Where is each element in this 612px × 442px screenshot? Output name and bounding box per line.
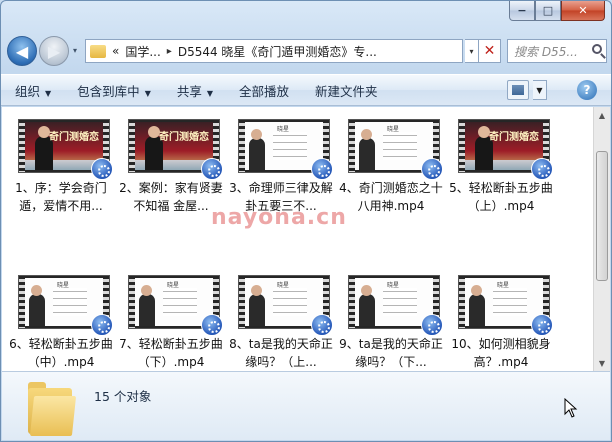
view-options-dropdown[interactable]: ▼ — [533, 80, 547, 100]
media-player-icon — [201, 158, 223, 180]
scroll-up-icon[interactable]: ▲ — [594, 107, 610, 123]
back-button[interactable]: ◀ — [7, 36, 37, 66]
media-player-icon — [201, 314, 223, 336]
video-thumbnail: 奇门测婚恋 — [458, 119, 553, 180]
minimize-button[interactable]: − — [509, 1, 535, 21]
breadcrumb-overflow[interactable]: « — [112, 44, 119, 58]
organize-menu[interactable]: 组织 ▼ — [15, 81, 51, 100]
file-item[interactable]: 晓星 6、轻松断卦五步曲（中）.mp4 — [6, 263, 113, 375]
file-name: 1、序：学会奇门遁，爱情不用... — [15, 181, 107, 213]
help-icon[interactable]: ? — [577, 80, 597, 100]
chevron-down-icon: ▼ — [144, 88, 151, 98]
media-player-icon — [421, 314, 443, 336]
media-player-icon — [311, 158, 333, 180]
video-thumbnail: 晓星 — [458, 275, 553, 336]
chevron-down-icon: ▼ — [45, 88, 52, 98]
video-thumbnail: 晓星 — [128, 275, 223, 336]
media-player-icon — [91, 158, 113, 180]
breadcrumb-separator-icon[interactable]: ▸ — [167, 46, 172, 57]
file-name: 6、轻松断卦五步曲（中）.mp4 — [9, 337, 113, 369]
caption-buttons: − □ ✕ — [509, 1, 605, 21]
file-item[interactable]: 晓星 9、ta是我的天命正缘吗？（下... — [336, 263, 443, 375]
folder-icon — [90, 44, 106, 58]
file-name: 9、ta是我的天命正缘吗？（下... — [339, 337, 443, 369]
command-bar: 组织 ▼ 包含到库中 ▼ 共享 ▼ 全部播放 新建文件夹 ▼ ? — [1, 74, 611, 106]
file-name: 5、轻松断卦五步曲（上）.mp4 — [449, 181, 553, 213]
menu-label: 共享 — [176, 83, 202, 99]
media-player-icon — [311, 314, 333, 336]
address-bar[interactable]: « 国学... ▸ D5544 晓星《奇门遁甲测婚恋》专... — [85, 39, 463, 63]
file-name: 10、如何测相貌身高？.mp4 — [451, 337, 551, 369]
watermark: nayona.cn — [211, 205, 347, 230]
video-thumbnail: 奇门测婚恋 — [18, 119, 113, 180]
file-item[interactable]: 奇门测婚恋 2、案例：家有贤妻不知福 金屋... — [116, 107, 223, 219]
address-dropdown-icon[interactable]: ▾ — [465, 39, 479, 63]
recent-pages-dropdown[interactable]: ▾ — [73, 46, 77, 55]
share-menu[interactable]: 共享 ▼ — [177, 81, 213, 100]
search-icon[interactable] — [592, 44, 602, 54]
details-pane: 15 个对象 — [2, 371, 610, 440]
file-name: 2、案例：家有贤妻不知福 金屋... — [119, 181, 223, 213]
include-in-library-menu[interactable]: 包含到库中 ▼ — [77, 81, 151, 100]
media-player-icon — [91, 314, 113, 336]
stop-button[interactable]: ✕ — [479, 39, 501, 63]
video-thumbnail: 晓星 — [238, 119, 333, 180]
video-thumbnail: 晓星 — [348, 275, 443, 336]
vertical-scrollbar[interactable]: ▲ ▼ — [593, 107, 610, 371]
search-placeholder: 搜索 D55... — [514, 44, 578, 59]
menu-label: 组织 — [15, 83, 41, 99]
file-item[interactable]: 晓星 3、命理师三律及解卦五要三不... — [226, 107, 333, 219]
file-item[interactable]: 晓星 7、轻松断卦五步曲（下）.mp4 — [116, 263, 223, 375]
explorer-window: − □ ✕ ◀ ▶ ▾ « 国学... ▸ D5544 晓星《奇门遁甲测婚恋》专… — [0, 0, 612, 442]
file-list: 奇门测婚恋 1、序：学会奇门遁，爱情不用... 奇门测婚恋 2、案例：家有贤妻不知福 … — [2, 107, 610, 371]
media-player-icon — [531, 158, 553, 180]
video-thumbnail: 晓星 — [348, 119, 443, 180]
file-item[interactable]: 晓星 4、奇门测婚恋之十八用神.mp4 — [336, 107, 443, 219]
video-thumbnail: 晓星 — [238, 275, 333, 336]
file-item[interactable]: 奇门测婚恋 5、轻松断卦五步曲（上）.mp4 — [446, 107, 553, 219]
item-count: 15 个对象 — [94, 389, 152, 404]
forward-button[interactable]: ▶ — [39, 36, 69, 66]
scrollbar-thumb[interactable] — [596, 151, 608, 281]
menu-label: 包含到库中 — [77, 83, 140, 99]
file-name: 4、奇门测婚恋之十八用神.mp4 — [339, 181, 443, 213]
chevron-down-icon: ▼ — [206, 88, 214, 98]
address-row: ◀ ▶ ▾ « 国学... ▸ D5544 晓星《奇门遁甲测婚恋》专... ▾ … — [7, 36, 607, 66]
file-item[interactable]: 奇门测婚恋 1、序：学会奇门遁，爱情不用... — [6, 107, 113, 219]
file-item[interactable]: 晓星 8、ta是我的天命正缘吗？（上... — [226, 263, 333, 375]
breadcrumb-item[interactable]: D5544 晓星《奇门遁甲测婚恋》专... — [178, 43, 377, 60]
file-name: 8、ta是我的天命正缘吗？（上... — [229, 337, 333, 369]
folder-icon — [28, 382, 77, 436]
file-name: 7、轻松断卦五步曲（下）.mp4 — [119, 337, 223, 369]
video-thumbnail: 奇门测婚恋 — [128, 119, 223, 180]
file-item[interactable]: 晓星 10、如何测相貌身高？.mp4 — [446, 263, 553, 375]
change-view-icon[interactable] — [507, 80, 529, 100]
media-player-icon — [531, 314, 553, 336]
video-thumbnail: 晓星 — [18, 275, 113, 336]
new-folder-button[interactable]: 新建文件夹 — [315, 81, 378, 100]
media-player-icon — [421, 158, 443, 180]
play-all-button[interactable]: 全部播放 — [239, 81, 289, 100]
maximize-button[interactable]: □ — [535, 1, 561, 21]
search-input[interactable]: 搜索 D55... — [507, 39, 607, 63]
breadcrumb-item[interactable]: 国学... — [125, 43, 160, 60]
scroll-down-icon[interactable]: ▼ — [594, 355, 610, 371]
close-button[interactable]: ✕ — [561, 1, 605, 21]
